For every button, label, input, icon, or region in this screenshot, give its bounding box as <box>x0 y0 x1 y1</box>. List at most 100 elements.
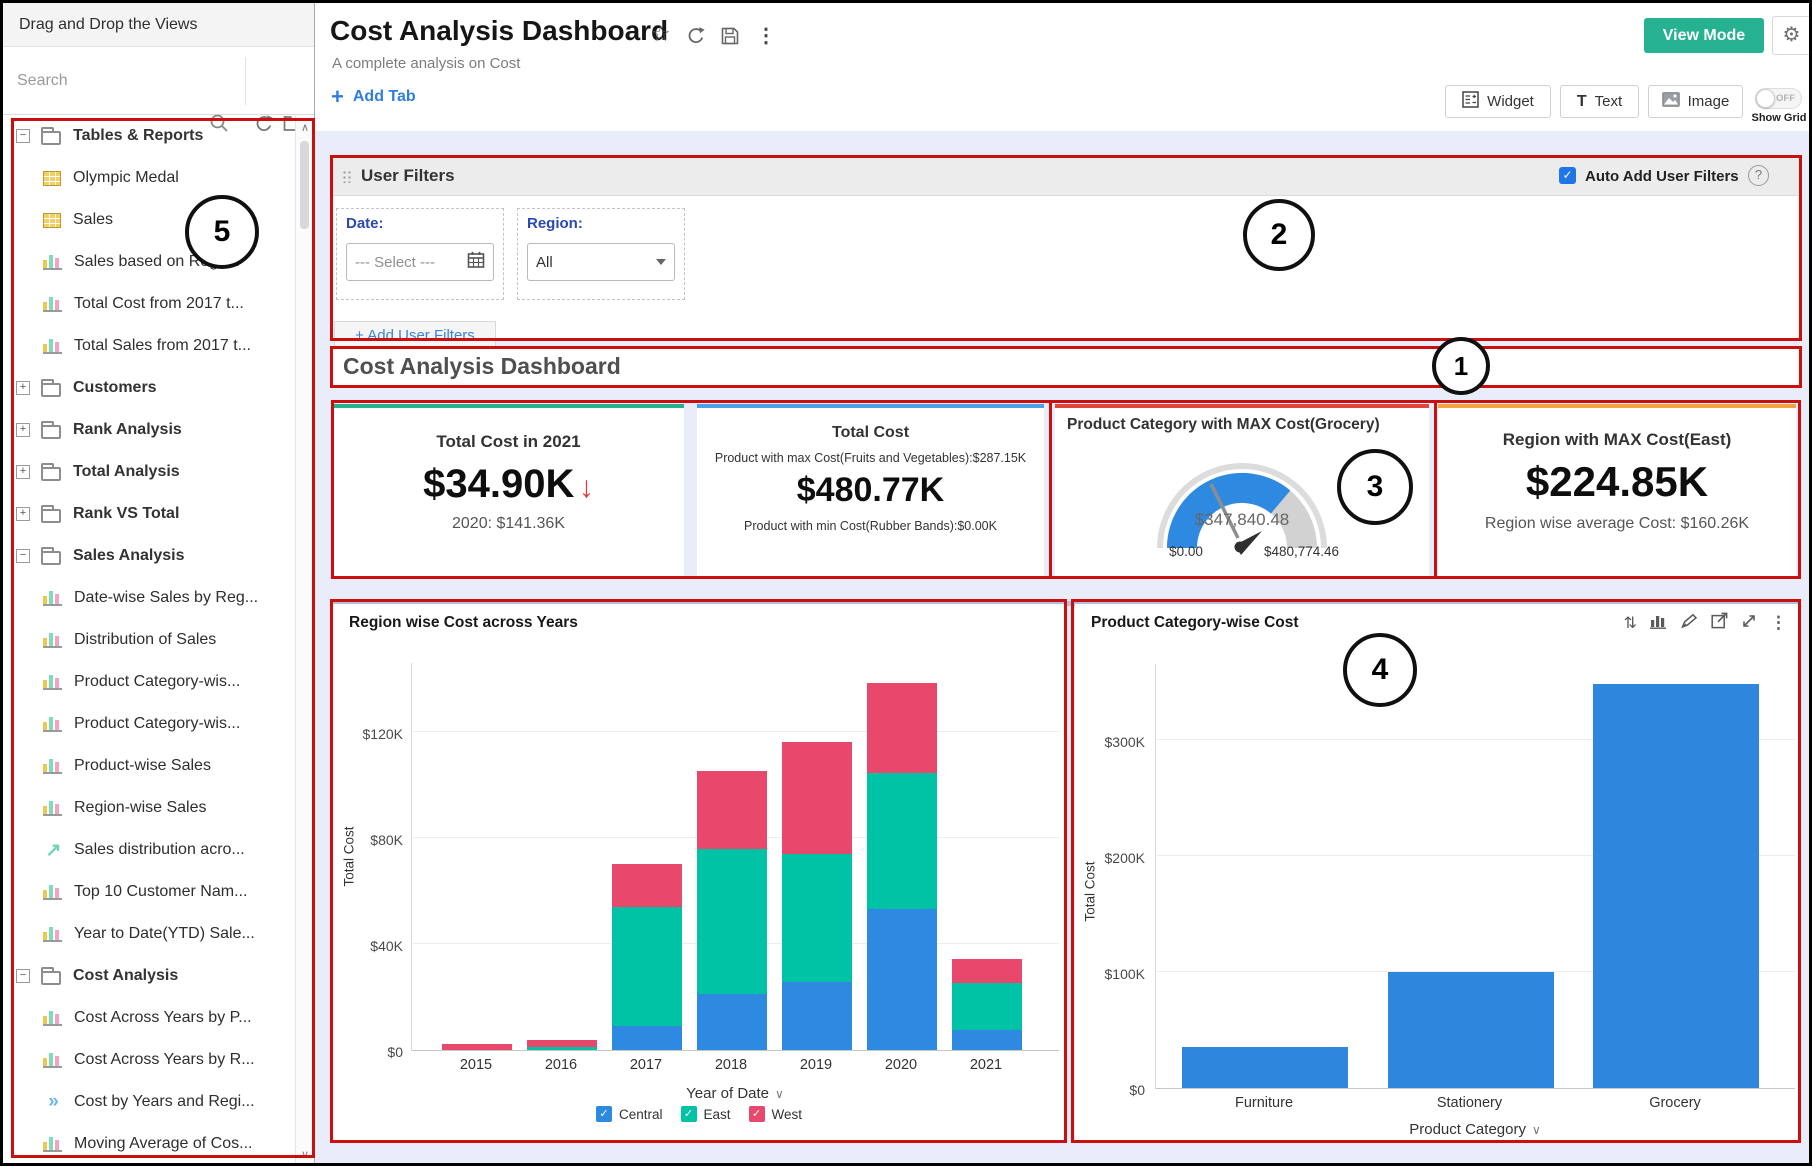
more-options-icon[interactable]: ⋮ <box>756 23 776 48</box>
add-widget-button[interactable]: Widget <box>1445 85 1551 118</box>
kpi-card-total-cost[interactable]: Total Cost Product with max Cost(Fruits … <box>697 404 1044 576</box>
collapse-icon[interactable]: − <box>16 549 30 563</box>
collapse-icon[interactable]: − <box>16 969 30 983</box>
tree-item-view[interactable]: Sales based on Region <box>3 241 295 283</box>
bar-segment-east[interactable] <box>697 849 767 994</box>
bar-segment-east[interactable] <box>782 854 852 982</box>
bar[interactable] <box>1388 972 1554 1088</box>
plot-area <box>411 663 1059 1051</box>
settings-gear-button[interactable]: ⚙ <box>1772 16 1811 55</box>
bar-segment-east[interactable] <box>867 773 937 909</box>
x-axis-title[interactable]: Year of Date ∨ <box>411 1085 1059 1102</box>
chevron-chart-icon: » <box>43 1091 64 1113</box>
refresh-icon[interactable] <box>686 26 706 51</box>
bar-segment-west[interactable] <box>867 683 937 773</box>
tree-item-folder[interactable]: −Sales Analysis <box>3 535 295 577</box>
tree-item-view[interactable]: Olympic Medal <box>3 157 295 199</box>
view-mode-button[interactable]: View Mode <box>1644 18 1764 53</box>
chart-type-icon[interactable] <box>1650 613 1667 634</box>
show-grid-toggle[interactable]: OFF <box>1755 88 1802 109</box>
scroll-down-icon[interactable]: ∨ <box>296 1148 314 1161</box>
tree-item-view[interactable]: Product Category-wis... <box>3 703 295 745</box>
legend-item[interactable]: ✓West <box>749 1106 803 1122</box>
bar[interactable] <box>1593 684 1759 1088</box>
bar-segment-east[interactable] <box>612 907 682 1026</box>
expand-icon[interactable] <box>1741 613 1757 634</box>
tree-item-view[interactable]: Year to Date(YTD) Sale... <box>3 913 295 955</box>
tree-item-view[interactable]: Distribution of Sales <box>3 619 295 661</box>
legend-check-icon: ✓ <box>681 1106 697 1122</box>
region-filter-select[interactable]: All <box>527 243 675 281</box>
scroll-up-icon[interactable]: ∧ <box>296 121 314 134</box>
bar-segment-west[interactable] <box>612 864 682 907</box>
export-icon[interactable] <box>1711 612 1728 634</box>
tree-item-view[interactable]: »Cost by Years and Regi... <box>3 1081 295 1123</box>
calendar-icon[interactable] <box>467 251 485 274</box>
legend-item[interactable]: ✓Central <box>596 1106 663 1122</box>
bar-segment-west[interactable] <box>782 742 852 854</box>
sort-icon[interactable]: ⇅ <box>1624 613 1637 633</box>
expand-icon[interactable]: + <box>16 465 30 479</box>
kpi-card-total-cost-2021[interactable]: Total Cost in 2021 $34.90K ↓ 2020: $141.… <box>333 404 684 576</box>
tree-item-folder[interactable]: +Rank Analysis <box>3 409 295 451</box>
y-tick-label: $100K <box>1075 966 1145 982</box>
tree-item-view[interactable]: Top 10 Customer Nam... <box>3 871 295 913</box>
search-input[interactable] <box>17 61 197 101</box>
expand-icon[interactable]: + <box>16 507 30 521</box>
scrollbar-thumb[interactable] <box>300 141 309 229</box>
bar[interactable] <box>1182 1047 1348 1088</box>
bar-segment-east[interactable] <box>952 983 1022 1030</box>
chart-panel-category-cost[interactable]: ⇅ ⋮ Product Category-wise Cost Total Cos… <box>1075 604 1799 1140</box>
more-options-icon[interactable]: ⋮ <box>1770 613 1787 633</box>
tree-item-view[interactable]: Region-wise Sales <box>3 787 295 829</box>
bar-segment-west[interactable] <box>697 771 767 849</box>
tree-item-folder[interactable]: −Tables & Reports <box>3 115 295 157</box>
save-icon[interactable] <box>720 26 740 51</box>
tree-item-folder[interactable]: −Cost Analysis <box>3 955 295 997</box>
tree-item-view[interactable]: Product Category-wis... <box>3 661 295 703</box>
add-tab-button[interactable]: + Add Tab <box>331 87 416 107</box>
tree-item-view[interactable]: Date-wise Sales by Reg... <box>3 577 295 619</box>
tree-item-view[interactable]: Total Sales from 2017 t... <box>3 325 295 367</box>
tree-item-view[interactable]: Sales <box>3 199 295 241</box>
drill-tools-icon[interactable] <box>1680 613 1698 634</box>
tree-item-folder[interactable]: +Total Analysis <box>3 451 295 493</box>
x-tick-label: 2016 <box>521 1057 601 1073</box>
bar-segment-central[interactable] <box>782 982 852 1050</box>
chart-panel-region-cost[interactable]: Region wise Cost across Years Total Cost… <box>333 604 1065 1140</box>
bar-segment-central[interactable] <box>697 994 767 1050</box>
bar-segment-east[interactable] <box>527 1047 597 1050</box>
bar-segment-west[interactable] <box>442 1044 512 1050</box>
bar-segment-central[interactable] <box>952 1030 1022 1050</box>
expand-icon[interactable]: + <box>16 423 30 437</box>
tree-item-view[interactable]: ↗Sales distribution acro... <box>3 829 295 871</box>
tree-item-view[interactable]: Cost Across Years by R... <box>3 1039 295 1081</box>
kpi-card-gauge[interactable]: Product Category with MAX Cost(Grocery) … <box>1055 404 1429 576</box>
tree-item-folder[interactable]: +Rank VS Total <box>3 493 295 535</box>
add-image-button[interactable]: Image <box>1648 85 1743 118</box>
bar-segment-central[interactable] <box>612 1026 682 1050</box>
legend-item[interactable]: ✓East <box>681 1106 731 1122</box>
add-text-button[interactable]: T Text <box>1560 85 1639 118</box>
tree-item-label: Sales distribution acro... <box>74 841 245 859</box>
auto-add-filters-checkbox[interactable]: ✓ <box>1559 167 1576 184</box>
date-filter-input[interactable]: --- Select --- <box>346 243 494 281</box>
tree-item-view[interactable]: Total Cost from 2017 t... <box>3 283 295 325</box>
gauge-chart[interactable]: $347,840.48 $0.00 $480,774.46 <box>1142 452 1342 558</box>
tree-item-view[interactable]: Moving Average of Cos... <box>3 1123 295 1165</box>
bar-segment-west[interactable] <box>952 959 1022 983</box>
expand-icon[interactable]: + <box>16 381 30 395</box>
drag-handle-icon[interactable] <box>342 170 353 183</box>
kpi-card-region-max[interactable]: Region with MAX Cost(East) $224.85K Regi… <box>1438 404 1796 576</box>
help-icon[interactable]: ? <box>1748 165 1769 186</box>
bar-segment-central[interactable] <box>867 909 937 1050</box>
favorite-star-icon[interactable]: ☆ <box>651 21 671 47</box>
x-axis-title[interactable]: Product Category ∨ <box>1155 1121 1795 1138</box>
tree-item-view[interactable]: Cost Across Years by P... <box>3 997 295 1039</box>
tree-item-folder[interactable]: +Customers <box>3 367 295 409</box>
collapse-icon[interactable]: − <box>16 129 30 143</box>
tree-item-view[interactable]: Product-wise Sales <box>3 745 295 787</box>
sidebar-scrollbar[interactable]: ∧ ∨ <box>295 115 314 1166</box>
bar-segment-west[interactable] <box>527 1040 597 1047</box>
add-user-filters-button[interactable]: + Add User Filters <box>334 321 496 351</box>
